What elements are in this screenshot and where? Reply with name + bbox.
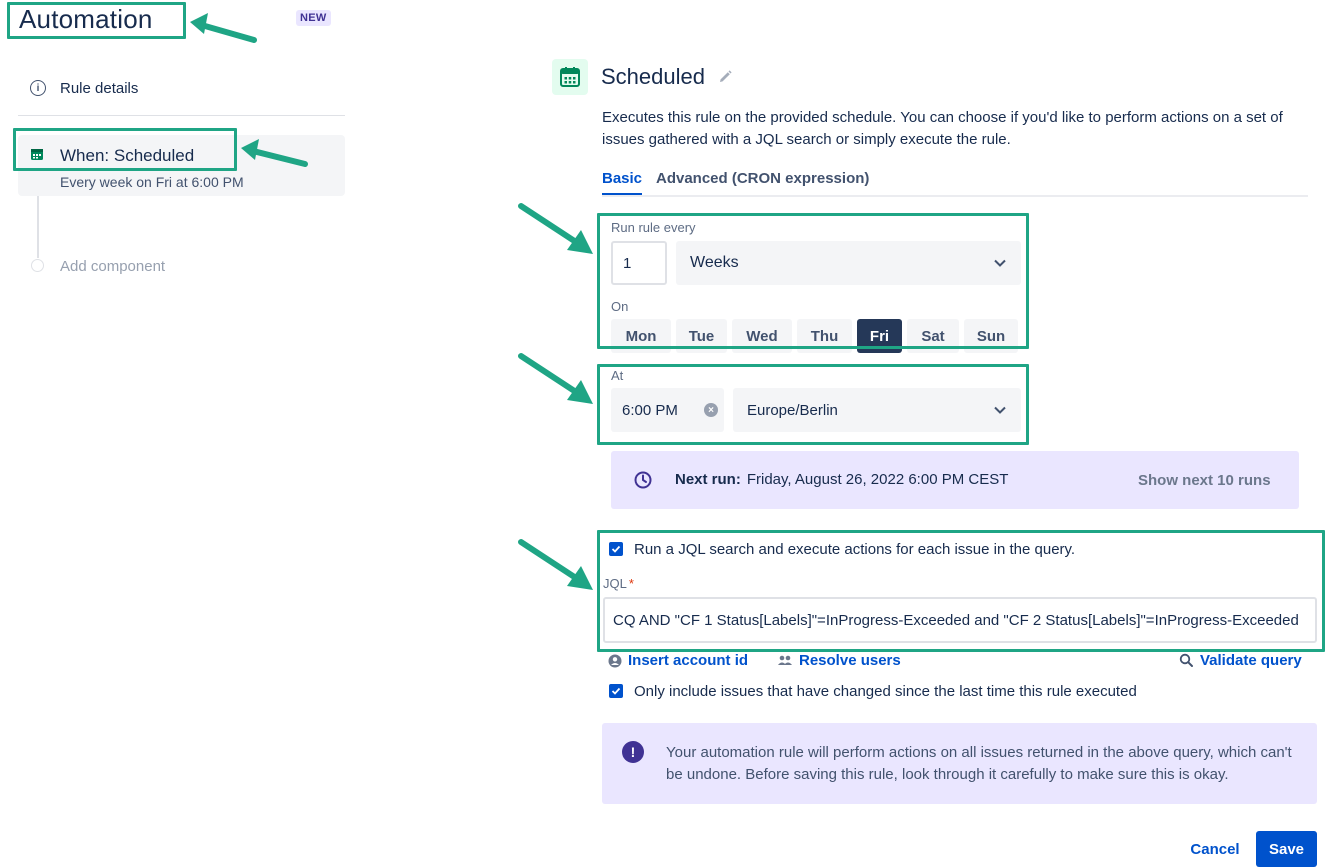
tab-basic[interactable]: Basic (602, 170, 643, 195)
highlight-box-trigger (13, 128, 237, 171)
timeline-line (37, 196, 39, 258)
timeline-dot (31, 259, 44, 272)
trigger-subtitle: Every week on Fri at 6:00 PM (60, 174, 244, 190)
tab-bar: Basic Advanced (CRON expression) (602, 168, 1308, 197)
resolve-users-label: Resolve users (799, 652, 901, 669)
annotation-arrow-at (518, 353, 593, 404)
tab-advanced-cron[interactable]: Advanced (CRON expression) (656, 170, 869, 187)
trigger-description: Executes this rule on the provided sched… (602, 109, 1283, 148)
sidebar-divider (18, 115, 345, 116)
annotation-arrow-run-rule (518, 203, 593, 254)
warning-text: Your automation rule will perform action… (666, 744, 1292, 783)
only-changed-label[interactable]: Only include issues that have changed si… (634, 683, 1137, 700)
next-run-text: Next run: Friday, August 26, 2022 6:00 PM… (675, 471, 1008, 488)
cancel-button[interactable]: Cancel (1180, 832, 1250, 866)
users-icon (778, 655, 792, 665)
show-next-runs-button[interactable]: Show next 10 runs (1138, 472, 1271, 489)
annotation-arrow-title (190, 13, 257, 43)
info-icon: i (30, 80, 46, 96)
search-icon (1179, 653, 1193, 667)
calendar-icon (560, 67, 580, 87)
highlight-box-jql (597, 530, 1325, 652)
user-icon (608, 654, 622, 667)
highlight-box-title (7, 2, 186, 39)
annotation-arrow-jql (518, 539, 593, 590)
annotation-arrow-trigger (241, 139, 308, 167)
warning-icon: ! (622, 741, 644, 763)
sidebar-item-rule-details[interactable]: i Rule details (18, 74, 345, 102)
trigger-icon-tile (552, 59, 588, 95)
check-icon (611, 687, 621, 695)
rule-details-label: Rule details (60, 79, 139, 97)
highlight-box-at (597, 364, 1029, 445)
clock-icon (634, 471, 652, 489)
insert-account-id-link[interactable]: Insert account id (608, 652, 748, 669)
pencil-icon[interactable] (717, 69, 733, 85)
validate-query-link[interactable]: Validate query (1179, 652, 1302, 669)
validate-query-label: Validate query (1200, 652, 1302, 669)
next-run-label: Next run: (675, 471, 741, 488)
insert-account-id-label: Insert account id (628, 652, 749, 669)
next-run-value: Friday, August 26, 2022 6:00 PM CEST (746, 471, 1009, 488)
page-title: Scheduled (601, 64, 705, 89)
resolve-users-link[interactable]: Resolve users (777, 652, 901, 669)
add-component-button[interactable]: Add component (60, 258, 165, 275)
new-badge: NEW (296, 10, 331, 26)
only-changed-checkbox[interactable] (609, 684, 623, 698)
save-button[interactable]: Save (1256, 831, 1317, 867)
highlight-box-run-rule (597, 213, 1029, 349)
